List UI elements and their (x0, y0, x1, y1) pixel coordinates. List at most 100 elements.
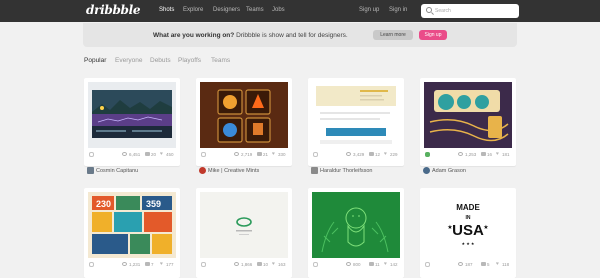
views-count: 3,429 (353, 152, 365, 157)
comments-count: 21 (263, 152, 269, 157)
svg-text:★ ★ ★: ★ ★ ★ (462, 241, 475, 246)
comments-count: 20 (151, 152, 157, 157)
shot-thumbnail[interactable] (424, 82, 512, 148)
nav-explore[interactable]: Explore (183, 7, 203, 13)
sign-up-link[interactable]: Sign up (359, 7, 379, 13)
shot-stats: 3,429 12 ♥ 229 (312, 151, 400, 159)
likes-count: 118 (502, 262, 510, 267)
views-count: 1,253 (465, 152, 477, 157)
learn-more-button[interactable]: Learn more (373, 30, 413, 40)
shot-stats: 6,451 20 ♥ 450 (88, 151, 176, 159)
likes-count: 181 (502, 152, 510, 157)
shot-card[interactable]: 1,253 16 ♥ 181 (420, 78, 516, 166)
comments-icon (145, 262, 150, 266)
shot-thumbnail[interactable] (312, 82, 400, 148)
comments-icon (369, 262, 374, 266)
comments-count: 7 (151, 262, 154, 267)
avatar[interactable] (311, 167, 318, 174)
nav-teams[interactable]: Teams (246, 7, 264, 13)
comments-icon (481, 262, 486, 266)
dribbble-logo[interactable]: dribbble (86, 3, 141, 17)
attachment-icon (313, 152, 318, 157)
filter-everyone[interactable]: Everyone (115, 57, 142, 64)
avatar[interactable] (87, 167, 94, 174)
banner-question: What are you working on? (153, 32, 235, 39)
comments-icon (145, 152, 150, 156)
shot-thumbnail[interactable] (312, 192, 400, 258)
comments-count: 11 (375, 262, 380, 267)
likes-count: 450 (166, 152, 174, 157)
search-icon (426, 7, 432, 13)
views-icon (234, 262, 239, 266)
attachment-icon (425, 262, 430, 267)
views-icon (122, 152, 127, 156)
views-icon (458, 262, 463, 266)
nav-designers[interactable]: Designers (213, 7, 240, 13)
shot-thumbnail[interactable] (200, 192, 288, 258)
shot-card[interactable]: 800 11 ♥ 142 (308, 188, 404, 278)
likes-icon[interactable]: ♥ (384, 261, 387, 267)
views-count: 800 (353, 262, 361, 267)
author-name[interactable]: Cosmin Capitanu (96, 168, 138, 174)
rebound-icon (425, 152, 430, 157)
avatar[interactable] (423, 167, 430, 174)
svg-text:359: 359 (146, 199, 161, 209)
sign-in-link[interactable]: Sign in (389, 7, 407, 13)
svg-text:230: 230 (96, 199, 111, 209)
nav-shots[interactable]: Shots (159, 7, 174, 13)
views-count: 6,451 (129, 152, 141, 157)
author-name[interactable]: Mike | Creative Mints (208, 168, 259, 174)
attachment-icon (201, 262, 206, 267)
filter-playoffs[interactable]: Playoffs (178, 57, 201, 64)
attachment-icon (89, 152, 94, 157)
likes-icon[interactable]: ♥ (272, 261, 275, 267)
filter-teams[interactable]: Teams (211, 57, 230, 64)
attachment-icon (89, 262, 94, 267)
filter-popular[interactable]: Popular (84, 57, 106, 64)
shot-thumbnail[interactable]: MADE IN USA ★ ★ ★ ★ ★ (424, 192, 512, 258)
avatar[interactable] (199, 167, 206, 174)
shot-stats: 800 11 ♥ 142 (312, 261, 400, 269)
views-icon (346, 262, 351, 266)
banner-sign-up-button[interactable]: Sign up (419, 30, 447, 40)
likes-icon[interactable]: ♥ (384, 151, 387, 157)
comments-icon (257, 152, 262, 156)
shot-thumbnail[interactable]: 230 359 (88, 192, 176, 258)
shot-card[interactable]: 2,719 21 ♥ 330 (196, 78, 292, 166)
views-count: 187 (465, 262, 473, 267)
search-input[interactable]: Search (421, 4, 519, 18)
views-count: 1,231 (129, 262, 141, 267)
views-icon (234, 152, 239, 156)
shot-card[interactable]: 6,451 20 ♥ 450 (84, 78, 180, 166)
likes-icon[interactable]: ♥ (272, 151, 275, 157)
views-icon (458, 152, 463, 156)
likes-count: 330 (278, 152, 286, 157)
shot-card[interactable]: 230 359 1,231 7 ♥ 177 (84, 188, 180, 278)
likes-icon[interactable]: ♥ (160, 261, 163, 267)
comments-icon (257, 262, 262, 266)
author-name[interactable]: Adam Grason (432, 168, 466, 174)
shot-thumbnail[interactable] (200, 82, 288, 148)
shot-card[interactable]: 3,429 12 ♥ 229 (308, 78, 404, 166)
top-navigation-bar: dribbble Shots Explore Designers Teams J… (0, 0, 600, 22)
shot-stats: 187 5 ♥ 118 (424, 261, 512, 269)
comments-icon (481, 152, 486, 156)
likes-icon[interactable]: ♥ (496, 151, 499, 157)
likes-icon[interactable]: ♥ (160, 151, 163, 157)
likes-icon[interactable]: ♥ (496, 261, 499, 267)
nav-jobs[interactable]: Jobs (272, 7, 285, 13)
shot-stats: 1,253 16 ♥ 181 (424, 151, 512, 159)
shot-stats: 1,866 10 ♥ 163 (200, 261, 288, 269)
shot-thumbnail[interactable] (88, 82, 176, 148)
shot-card[interactable]: MADE IN USA ★ ★ ★ ★ ★ 187 5 ♥ 118 (420, 188, 516, 278)
filter-debuts[interactable]: Debuts (150, 57, 171, 64)
likes-count: 229 (390, 152, 398, 157)
usa-label: USA (452, 222, 484, 239)
comments-count: 12 (375, 152, 381, 157)
banner-text: What are you working on? Dribbble is sho… (153, 32, 348, 39)
attachment-icon (201, 152, 206, 157)
author-name[interactable]: Haraldur Thorleifsson (320, 168, 372, 174)
shot-card[interactable]: 1,866 10 ♥ 163 (196, 188, 292, 278)
made-label: MADE (456, 203, 480, 212)
comments-icon (369, 152, 374, 156)
